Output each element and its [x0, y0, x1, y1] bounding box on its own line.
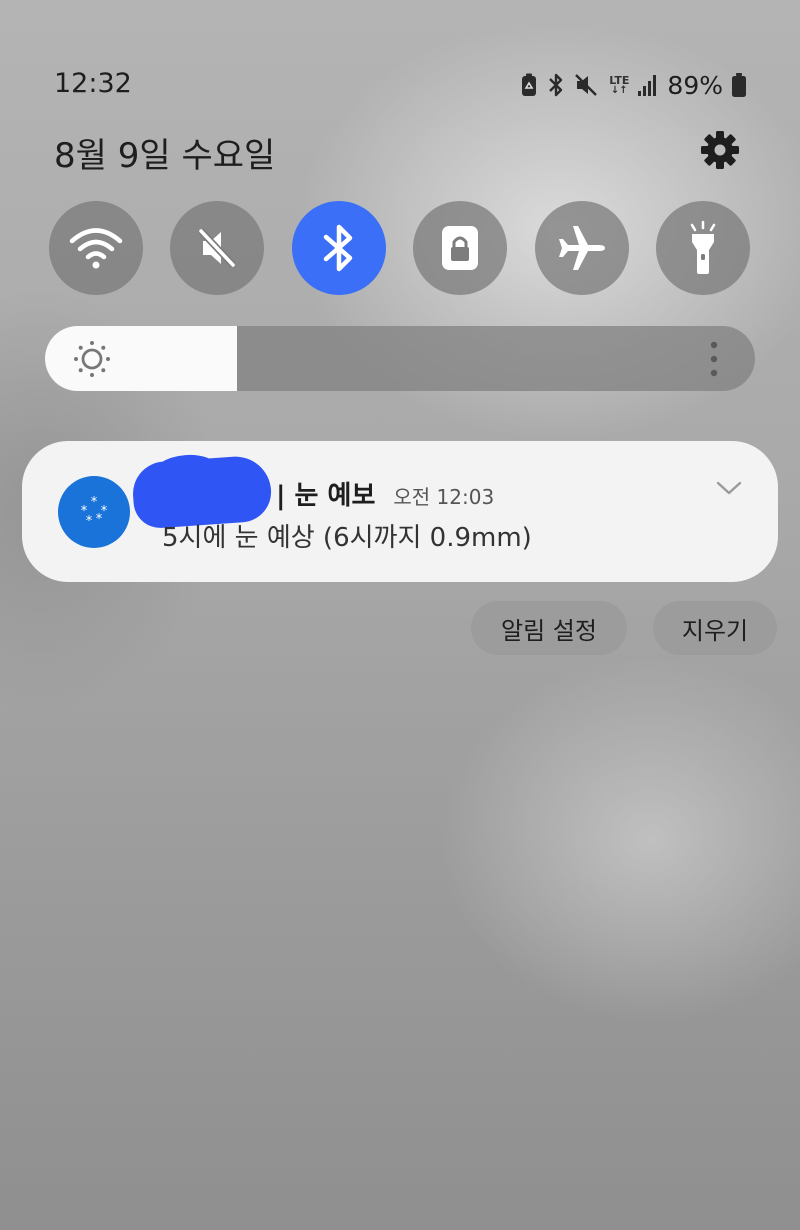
bluetooth-toggle[interactable]	[292, 201, 386, 295]
notification-title: | 눈 예보	[276, 481, 376, 511]
signal-icon	[638, 74, 658, 96]
airplane-toggle[interactable]	[535, 201, 629, 295]
lte-label: LTE	[609, 73, 630, 87]
battery-icon	[732, 73, 746, 97]
svg-text:*: *	[96, 512, 103, 527]
airplane-icon	[559, 226, 605, 270]
battery-saver-icon	[520, 73, 538, 97]
svg-text:*: *	[91, 495, 98, 510]
sun-icon	[72, 339, 112, 379]
lte-arrows: ↓↑	[610, 84, 628, 96]
wifi-icon	[69, 228, 123, 269]
svg-text:*: *	[86, 514, 93, 529]
flashlight-icon	[690, 220, 716, 274]
quick-toggles	[49, 201, 750, 295]
more-options-icon[interactable]	[704, 340, 724, 378]
mute-icon	[198, 228, 236, 268]
status-bar: 12:32 LTE ↓↑ 89%	[0, 62, 800, 108]
clear-button[interactable]: 지우기	[653, 601, 777, 655]
lock-icon	[442, 226, 478, 270]
bluetooth-icon	[323, 224, 353, 272]
brightness-slider[interactable]	[45, 326, 755, 391]
mute-icon	[574, 73, 600, 97]
notification-settings-button[interactable]: 알림 설정	[471, 601, 627, 655]
bluetooth-icon	[547, 72, 565, 98]
notification-header: | 눈 예보 오전 12:03	[276, 475, 494, 512]
wifi-toggle[interactable]	[49, 201, 143, 295]
notification-time: 오전 12:03	[393, 485, 495, 509]
gear-icon[interactable]	[700, 130, 740, 170]
chevron-down-icon[interactable]	[714, 478, 744, 498]
lock-toggle[interactable]	[413, 201, 507, 295]
flashlight-toggle[interactable]	[656, 201, 750, 295]
notification-body: 5시에 눈 예상 (6시까지 0.9mm)	[162, 523, 532, 553]
lte-icon: LTE ↓↑	[609, 75, 629, 96]
battery-percent: 89%	[667, 70, 723, 100]
date-label: 8월 9일 수요일	[54, 136, 276, 176]
status-icons: LTE ↓↑ 89%	[520, 68, 746, 102]
snow-icon: * * * * *	[58, 476, 130, 548]
status-clock: 12:32	[54, 68, 132, 99]
sound-toggle[interactable]	[170, 201, 264, 295]
